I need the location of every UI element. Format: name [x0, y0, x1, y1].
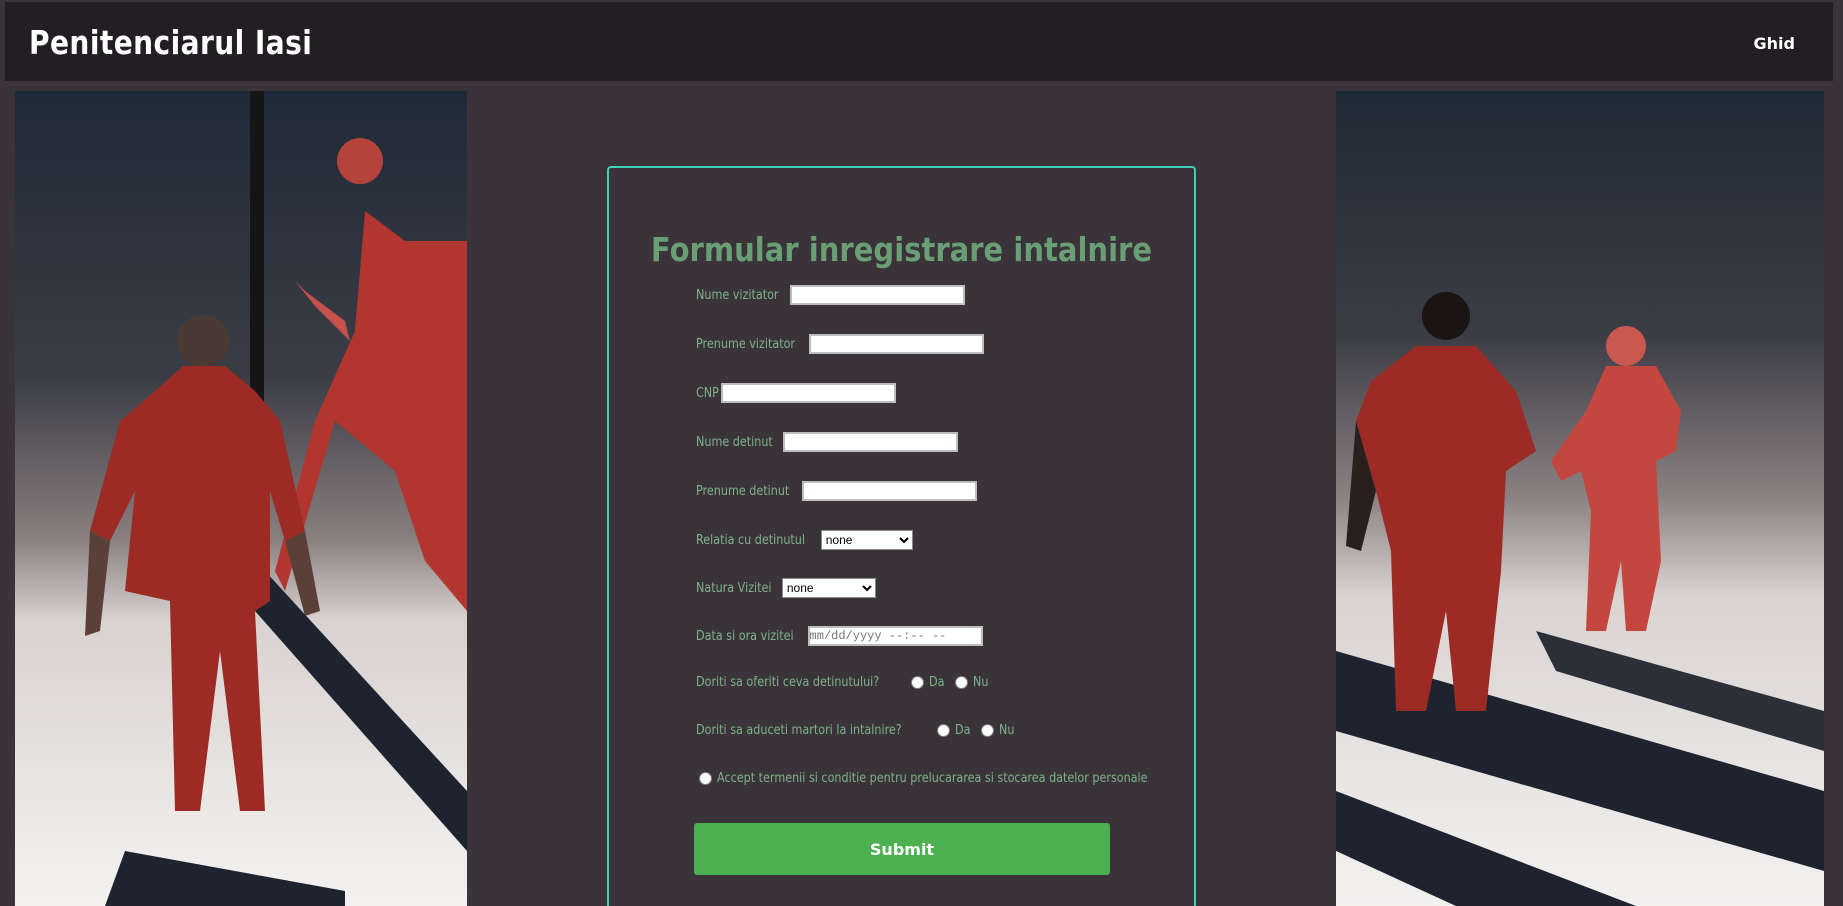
prison-yard-illustration-right — [1336, 91, 1824, 906]
row-data-ora: Data si ora vizitei — [696, 626, 983, 646]
row-oferiti: Doriti sa oferiti ceva detinutului? Da N… — [696, 675, 991, 690]
row-martori: Doriti sa aduceti martori la intalnire? … — [696, 723, 1017, 738]
oferiti-nu-label: Nu — [973, 675, 989, 690]
submit-button[interactable]: Submit — [694, 823, 1110, 875]
label-prenume-vizitator: Prenume vizitator — [696, 336, 796, 352]
terms-radio[interactable] — [699, 772, 712, 785]
row-nume-detinut: Nume detinut — [696, 432, 959, 452]
row-natura: Natura Vizitei none — [696, 578, 876, 598]
form-title: Formular inregistrare intalnire — [650, 230, 1153, 269]
data-ora-input[interactable] — [807, 626, 983, 646]
label-data-ora: Data si ora vizitei — [696, 628, 794, 644]
row-nume-vizitator: Nume vizitator — [696, 285, 965, 305]
right-illustration — [1336, 91, 1824, 906]
oferiti-nu-radio[interactable] — [955, 676, 969, 689]
left-illustration — [15, 91, 467, 906]
site-brand[interactable]: Penitenciarul Iasi — [29, 23, 312, 62]
label-relatia: Relatia cu detinutul — [696, 532, 806, 548]
nume-detinut-input[interactable] — [783, 432, 959, 452]
prenume-vizitator-input[interactable] — [809, 334, 985, 354]
row-prenume-detinut: Prenume detinut — [696, 481, 978, 501]
label-prenume-detinut: Prenume detinut — [696, 483, 790, 499]
nav-link-ghid[interactable]: Ghid — [1754, 34, 1795, 53]
top-navbar: Penitenciarul Iasi Ghid — [5, 2, 1833, 81]
label-martori: Doriti sa aduceti martori la intalnire? — [696, 723, 902, 738]
label-nume-vizitator: Nume vizitator — [696, 287, 779, 303]
nume-vizitator-input[interactable] — [789, 285, 965, 305]
prenume-detinut-input[interactable] — [802, 481, 978, 501]
label-oferiti: Doriti sa oferiti ceva detinutului? — [696, 675, 880, 690]
martori-da-label: Da — [955, 723, 971, 738]
row-terms: Accept termenii si conditie pentru prelu… — [696, 771, 1218, 786]
meeting-registration-form: Formular inregistrare intalnire Nume viz… — [607, 166, 1196, 906]
row-relatia: Relatia cu detinutul none — [696, 530, 913, 550]
martori-da-radio[interactable] — [937, 724, 951, 737]
row-cnp: CNP — [696, 383, 896, 403]
row-prenume-vizitator: Prenume vizitator — [696, 334, 985, 354]
label-cnp: CNP — [696, 385, 719, 401]
oferiti-da-label: Da — [929, 675, 945, 690]
relatia-select[interactable]: none — [820, 530, 913, 550]
natura-select[interactable]: none — [781, 578, 876, 598]
terms-label: Accept termenii si conditie pentru prelu… — [717, 771, 1148, 786]
martori-nu-label: Nu — [999, 723, 1015, 738]
prison-yard-illustration-left — [15, 91, 467, 906]
martori-nu-radio[interactable] — [981, 724, 995, 737]
cnp-input[interactable] — [720, 383, 896, 403]
label-nume-detinut: Nume detinut — [696, 434, 773, 450]
oferiti-da-radio[interactable] — [911, 676, 925, 689]
label-natura: Natura Vizitei — [696, 580, 772, 596]
